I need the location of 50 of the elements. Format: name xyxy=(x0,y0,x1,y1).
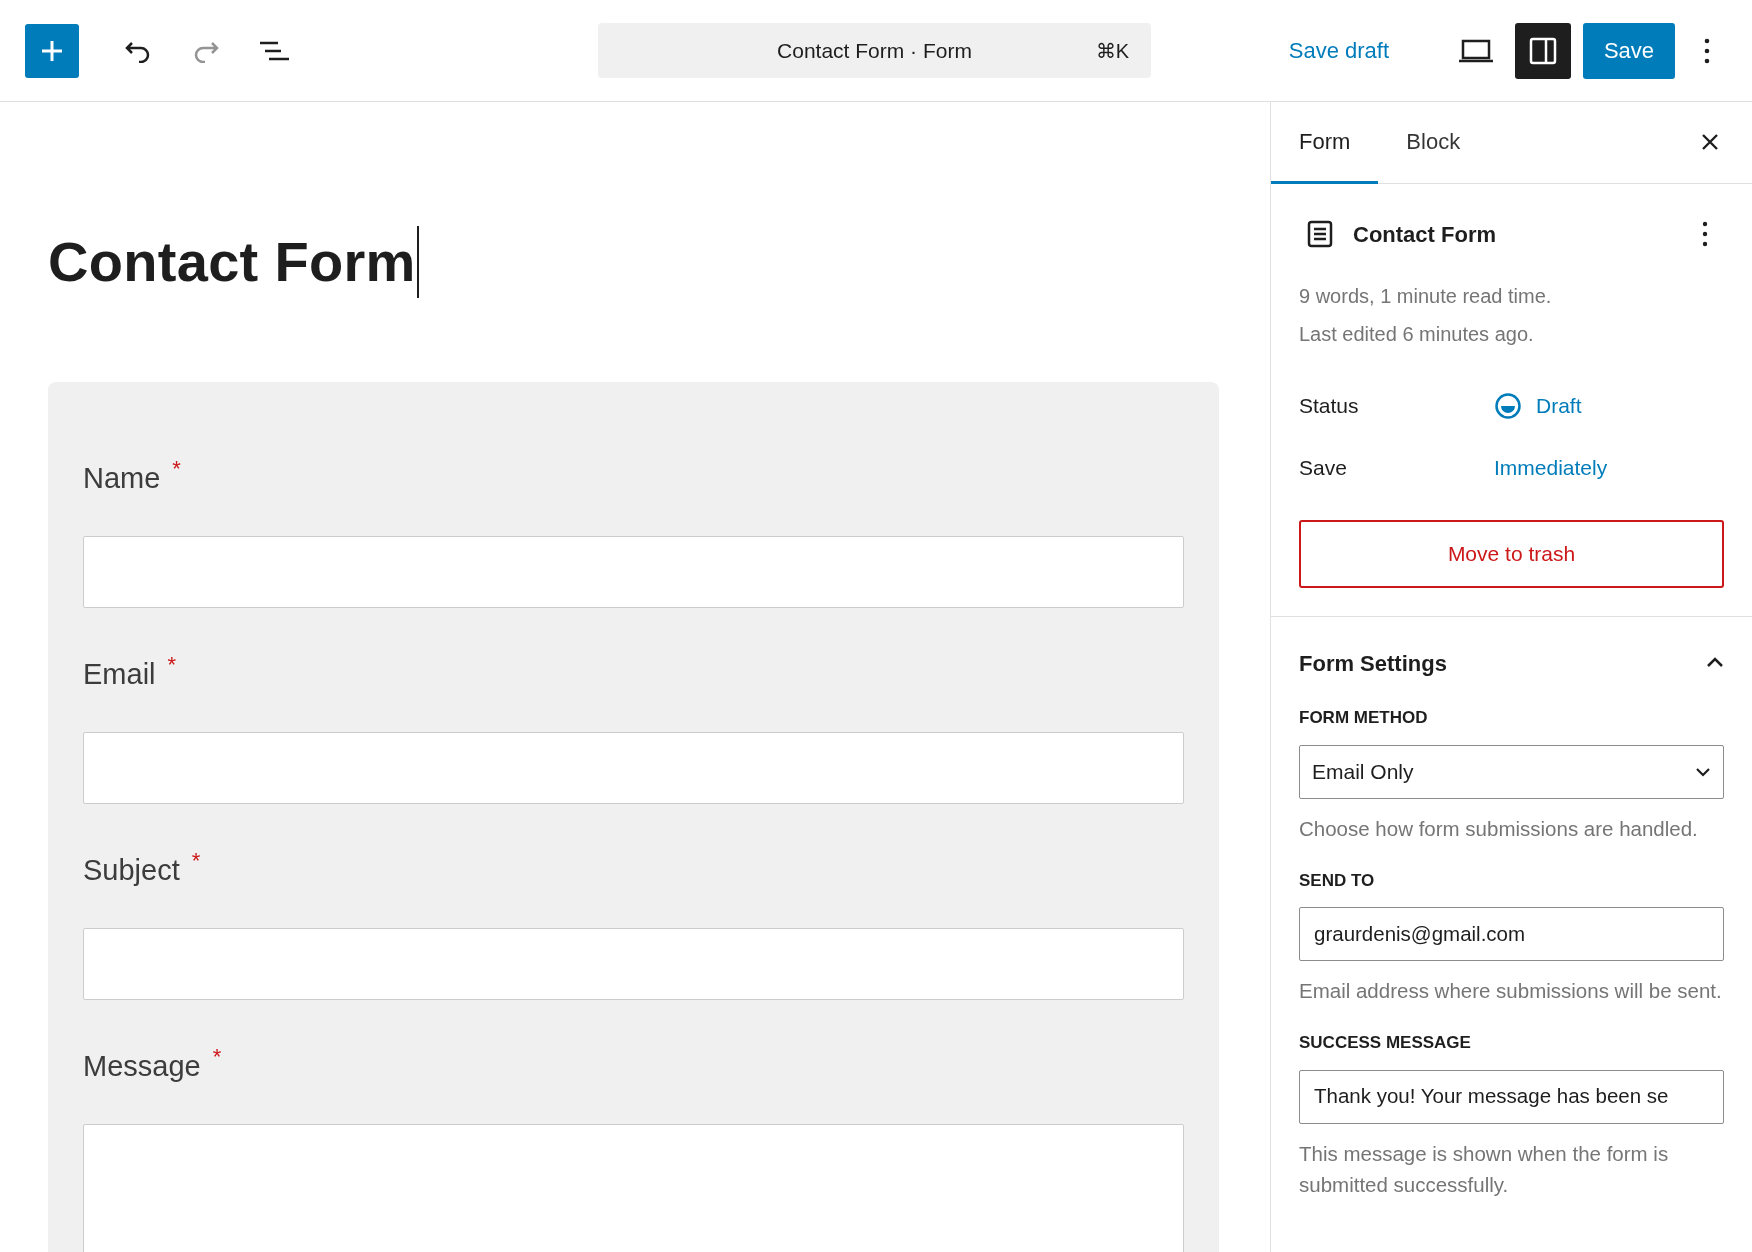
add-block-button[interactable] xyxy=(25,23,79,78)
laptop-icon xyxy=(1458,37,1494,64)
document-icon xyxy=(1307,220,1333,248)
more-options-icon xyxy=(1704,37,1710,64)
form-method-select[interactable]: Email Only xyxy=(1299,744,1724,799)
document-info: 9 words, 1 minute read time. xyxy=(1299,284,1553,309)
sidebar-tab[interactable]: Block xyxy=(1378,102,1489,184)
draft-status-icon xyxy=(1494,392,1522,420)
help-text: This message is shown when the form is submitted successfully. xyxy=(1299,1140,1670,1198)
text-cursor xyxy=(416,226,419,298)
field-label: Subject xyxy=(83,853,180,888)
text-field[interactable]: graurdenis@gmail.com xyxy=(1299,907,1724,961)
document-info: Last edited 6 minutes ago. xyxy=(1299,322,1535,347)
status-button[interactable]: Draft xyxy=(1494,390,1582,422)
plus-icon xyxy=(40,38,64,63)
required-asterisk: * xyxy=(212,1043,222,1071)
more-options-icon xyxy=(1702,221,1708,247)
field-label: SEND TO xyxy=(1299,869,1376,892)
sidebar-toggle-button[interactable] xyxy=(1515,22,1571,79)
field-label: SUCCESS MESSAGE xyxy=(1299,1032,1472,1054)
page-title[interactable]: Contact Form xyxy=(48,229,416,295)
text-field[interactable] xyxy=(83,732,1184,804)
required-asterisk: * xyxy=(172,455,181,483)
close-icon xyxy=(1700,132,1720,152)
setting-label: Save xyxy=(1299,455,1348,482)
text-field[interactable] xyxy=(83,928,1184,1000)
field-label: FORM METHOD xyxy=(1299,707,1429,729)
move-to-trash-button[interactable]: Move to trash xyxy=(1299,520,1724,588)
sidebar-icon xyxy=(1529,36,1557,65)
form-settings-toggle[interactable]: Form Settings xyxy=(1299,643,1724,683)
save-draft-button[interactable]: Save draft xyxy=(1278,23,1399,78)
document-title: Contact Form xyxy=(1353,220,1496,249)
list-view-icon xyxy=(259,39,289,62)
required-asterisk: * xyxy=(167,651,177,679)
help-text: Choose how form submissions are handled. xyxy=(1299,815,1699,842)
setting-label: Status xyxy=(1299,393,1360,420)
field-label: Email xyxy=(83,657,156,692)
field-label: Message xyxy=(83,1049,201,1084)
schedule-link[interactable]: Immediately xyxy=(1494,452,1608,484)
text-field[interactable]: Thank you! Your message has been se xyxy=(1299,1069,1724,1124)
command-bar[interactable]: Contact Form · Form ⌘K xyxy=(598,23,1151,78)
document-title: Contact Form · Form xyxy=(777,37,972,64)
sidebar-tab[interactable]: Form xyxy=(1271,102,1379,184)
save-button[interactable]: Save xyxy=(1583,22,1675,79)
required-asterisk: * xyxy=(191,847,201,875)
shortcut-hint: ⌘K xyxy=(1095,38,1129,64)
help-text: Email address where submissions will be sent. xyxy=(1299,978,1723,1004)
field-label: Name xyxy=(83,461,161,496)
text-field[interactable] xyxy=(83,536,1184,608)
chevron-down-icon xyxy=(1695,766,1711,777)
